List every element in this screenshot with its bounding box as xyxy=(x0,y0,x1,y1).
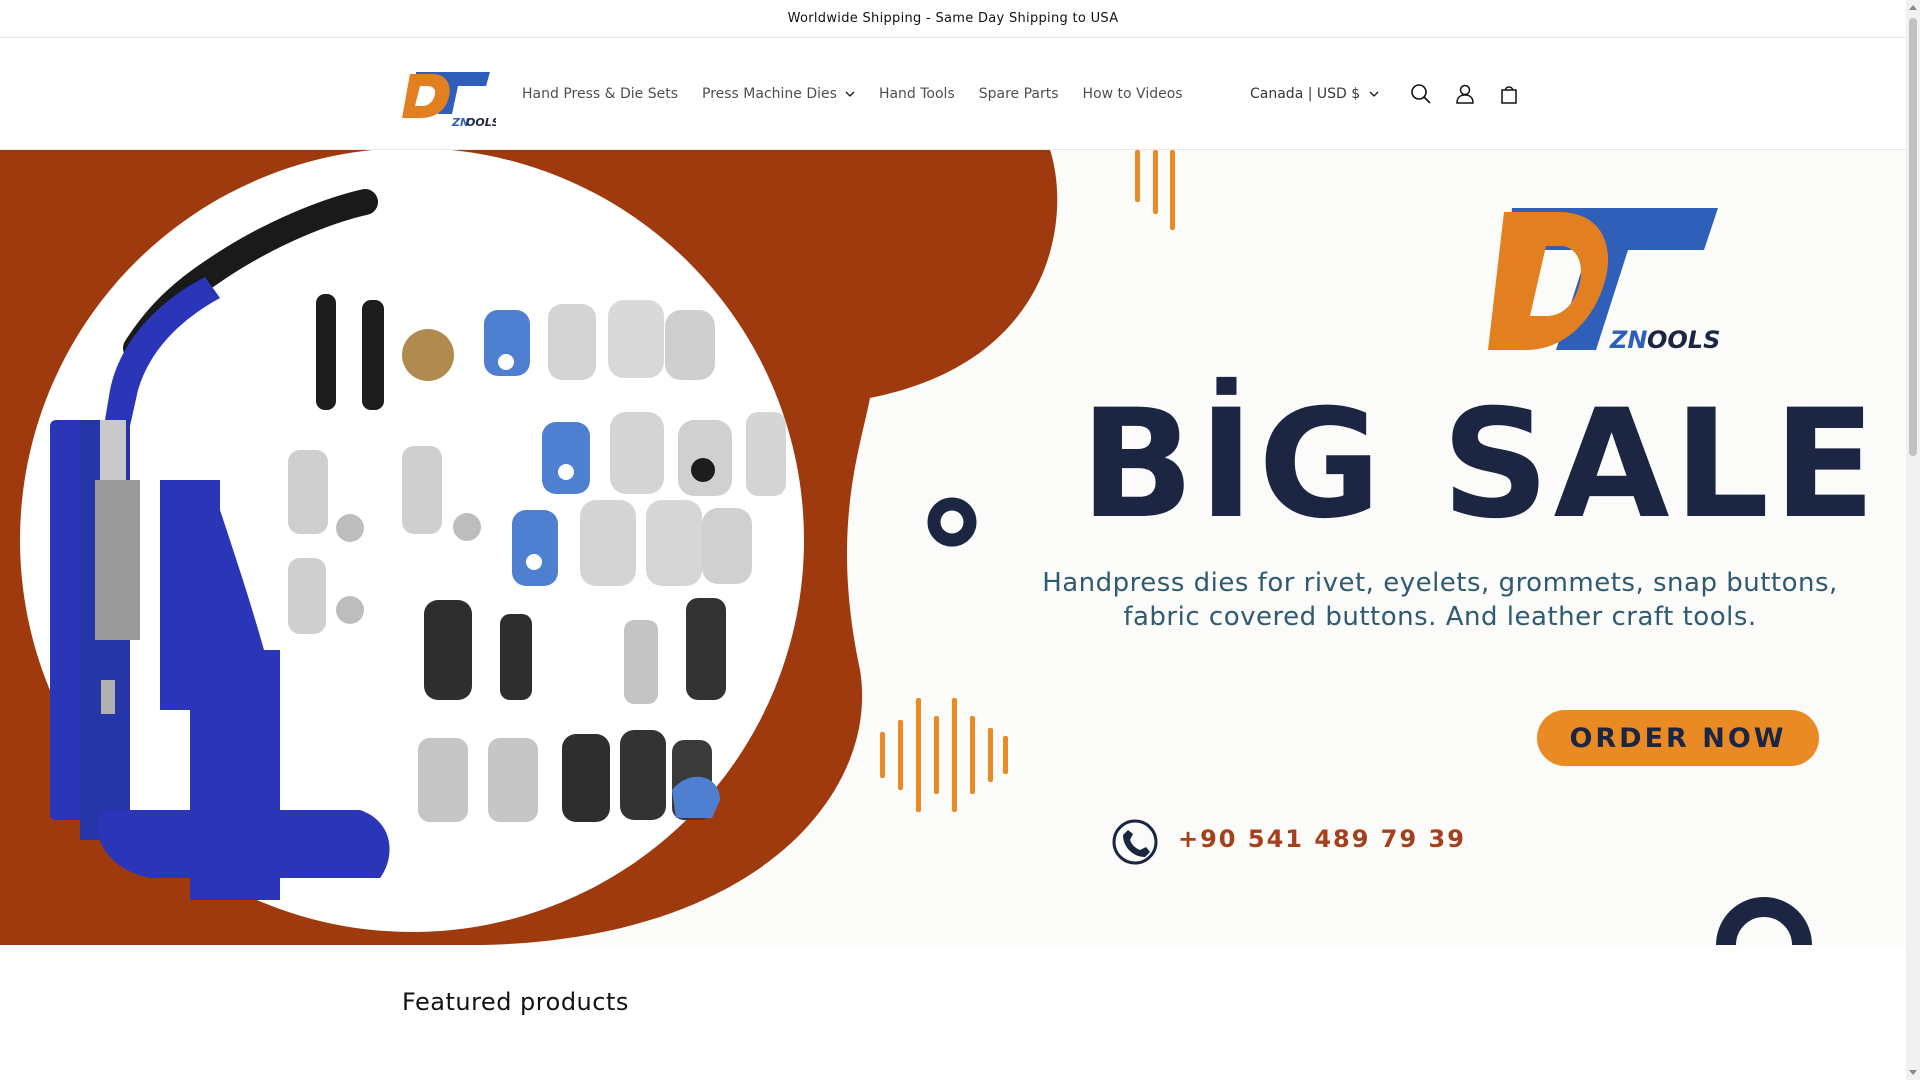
hero-subtitle: Handpress dies for rivet, eyelets, gromm… xyxy=(1042,568,1838,632)
brand-logo[interactable]: ZN OOLS xyxy=(402,66,500,129)
locale-label: Canada | USD $ xyxy=(1250,86,1361,102)
chevron-down-icon xyxy=(1369,91,1379,97)
site-header: ZN OOLS Hand Press & Die Sets Press Mach… xyxy=(0,38,1906,150)
announcement-text: Worldwide Shipping - Same Day Shipping t… xyxy=(787,11,1119,26)
svg-text:ZN: ZN xyxy=(1609,326,1648,354)
decor-ring xyxy=(927,497,977,547)
cart-button[interactable] xyxy=(1487,72,1531,116)
main-nav: Hand Press & Die Sets Press Machine Dies… xyxy=(522,38,1207,150)
decor-soundwave xyxy=(880,698,1008,812)
caret-up-icon xyxy=(1909,5,1917,10)
account-button[interactable] xyxy=(1443,72,1487,116)
nav-label: Press Machine Dies xyxy=(702,86,837,102)
hero-banner[interactable]: ZN OOLS BİG SALE Handpress dies for rive… xyxy=(0,150,1906,945)
scroll-thumb[interactable] xyxy=(1909,18,1917,456)
country-currency-selector[interactable]: Canada | USD $ xyxy=(1250,86,1379,102)
header-actions: Canada | USD $ xyxy=(1250,38,1531,150)
scroll-up-arrow[interactable] xyxy=(1906,0,1920,14)
svg-text:OOLS: OOLS xyxy=(1647,326,1720,354)
cart-icon xyxy=(1501,86,1517,104)
featured-products-heading: Featured products xyxy=(402,988,629,1016)
hero-logo: ZN OOLS xyxy=(1488,208,1720,354)
caret-down-icon xyxy=(1909,1070,1917,1075)
nav-hand-tools[interactable]: Hand Tools xyxy=(879,86,955,102)
nav-how-to-videos[interactable]: How to Videos xyxy=(1083,86,1183,102)
scroll-down-arrow[interactable] xyxy=(1906,1066,1920,1080)
nav-spare-parts[interactable]: Spare Parts xyxy=(979,86,1059,102)
account-icon xyxy=(1456,84,1474,104)
chevron-down-icon xyxy=(845,91,855,97)
decor-arc xyxy=(1716,897,1812,945)
order-now-label: ORDER NOW xyxy=(1569,722,1787,754)
nav-label: Hand Tools xyxy=(878,86,955,102)
nav-label: Hand Press & Die Sets xyxy=(522,86,678,102)
hero-headline: BİG SALE xyxy=(1080,378,1880,552)
page-scrollbar[interactable] xyxy=(1906,0,1920,1080)
announcement-bar: Worldwide Shipping - Same Day Shipping t… xyxy=(0,0,1906,38)
phone-number[interactable]: +90 541 489 79 39 xyxy=(1178,825,1466,853)
nav-hand-press-die-sets[interactable]: Hand Press & Die Sets xyxy=(522,86,678,102)
nav-label: How to Videos xyxy=(1082,86,1183,102)
order-now-button[interactable]: ORDER NOW xyxy=(1537,710,1819,766)
search-icon xyxy=(1411,84,1431,104)
nav-label: Spare Parts xyxy=(978,86,1059,102)
svg-text:OOLS: OOLS xyxy=(466,116,496,128)
decor-bars-top xyxy=(1135,150,1175,230)
phone-icon xyxy=(1112,819,1158,865)
nav-press-machine-dies[interactable]: Press Machine Dies xyxy=(702,86,855,102)
search-button[interactable] xyxy=(1399,72,1443,116)
